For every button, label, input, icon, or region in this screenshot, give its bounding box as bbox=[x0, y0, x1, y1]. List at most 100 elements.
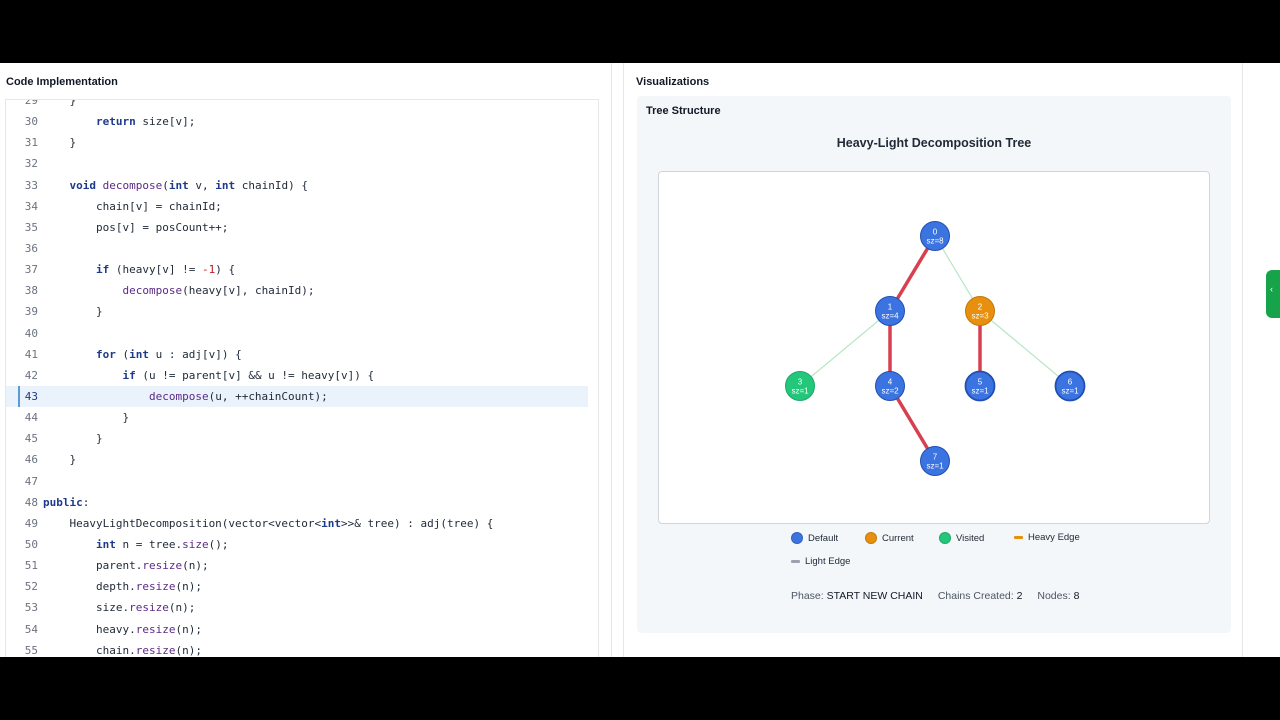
line-code: } bbox=[43, 411, 130, 425]
legend-heavy-edge: Heavy Edge bbox=[1014, 532, 1080, 543]
node-size: sz=8 bbox=[926, 237, 944, 246]
nodes-value: 8 bbox=[1073, 590, 1080, 602]
line-code: } bbox=[43, 432, 103, 446]
node-id: 5 bbox=[978, 378, 983, 387]
code-line: 53 size.resize(n); bbox=[6, 597, 598, 618]
app-frame: Code Implementation 29 } 30 return size[v… bbox=[0, 63, 1280, 657]
line-number: 51 bbox=[24, 559, 38, 573]
legend-default: Default bbox=[791, 532, 838, 544]
nodes-label: Nodes: bbox=[1037, 590, 1071, 602]
code-line: 39 } bbox=[6, 301, 598, 322]
code-line: 32 bbox=[6, 153, 598, 174]
nodes-stat: Nodes: 8 bbox=[1037, 590, 1079, 602]
line-code: decompose(heavy[v], chainId); bbox=[122, 284, 315, 298]
code-line: 45 } bbox=[6, 428, 598, 449]
node-id: 4 bbox=[888, 378, 893, 387]
line-number: 42 bbox=[24, 368, 38, 382]
line-number: 50 bbox=[24, 537, 38, 551]
visualization-panel-title: Visualizations bbox=[636, 76, 710, 88]
code-line: 37 if (heavy[v] != -1) { bbox=[6, 259, 598, 280]
legend-light-edge-label: Light Edge bbox=[805, 556, 851, 567]
node-size: sz=4 bbox=[881, 312, 899, 321]
tree-node[interactable]: 4sz=2 bbox=[875, 371, 905, 401]
line-code: return size[v]; bbox=[95, 115, 196, 129]
line-code: chain[v] = chainId; bbox=[43, 199, 222, 213]
node-id: 2 bbox=[978, 303, 983, 312]
line-number: 44 bbox=[24, 411, 38, 425]
line-code: heavy.resize(n); bbox=[43, 622, 202, 636]
phase-stat: Phase: START NEW CHAIN bbox=[791, 590, 923, 602]
line-code: if (heavy[v] != -1) { bbox=[95, 263, 236, 277]
node-id: 0 bbox=[933, 228, 938, 237]
line-code: chain.resize(n); bbox=[43, 643, 202, 657]
graph-title: Heavy-Light Decomposition Tree bbox=[836, 136, 1032, 150]
node-size: sz=1 bbox=[926, 462, 944, 471]
legend-light-edge: Light Edge bbox=[791, 556, 850, 567]
code-line: 44 } bbox=[6, 407, 598, 428]
line-number: 37 bbox=[24, 263, 38, 277]
line-code: for (int u : adj[v]) { bbox=[95, 347, 242, 361]
code-line: 40 bbox=[6, 323, 598, 344]
code-line: 29 } bbox=[6, 99, 598, 111]
visualization-panel: Visualizations Tree Structure Heavy-Ligh… bbox=[623, 63, 1243, 657]
light-edge bbox=[979, 310, 1071, 387]
node-size: sz=1 bbox=[1061, 387, 1079, 396]
code-line: 35 pos[v] = posCount++; bbox=[6, 217, 598, 238]
line-code: size.resize(n); bbox=[43, 601, 196, 615]
line-code: } bbox=[43, 99, 77, 107]
code-line: 36 bbox=[6, 238, 598, 259]
tree-node[interactable]: 2sz=3 bbox=[965, 296, 995, 326]
line-number: 34 bbox=[24, 199, 38, 213]
code-line: 31 } bbox=[6, 132, 598, 153]
line-number: 29 bbox=[24, 99, 38, 107]
line-code: } bbox=[43, 453, 77, 467]
code-line: 55 chain.resize(n); bbox=[6, 640, 598, 657]
legend-visited-label: Visited bbox=[956, 532, 985, 544]
line-code: HeavyLightDecomposition(vector<vector<in… bbox=[43, 516, 494, 530]
code-line: 30 return size[v]; bbox=[6, 111, 598, 132]
tree-structure-card: Tree Structure Heavy-Light Decomposition… bbox=[637, 96, 1231, 633]
tree-node[interactable]: 0sz=8 bbox=[920, 221, 950, 251]
heavy-edge-line-icon bbox=[1014, 536, 1023, 539]
node-id: 1 bbox=[888, 303, 893, 312]
code-editor[interactable]: 29 } 30 return size[v]; 31 } 32 33 void deco… bbox=[5, 99, 599, 657]
chains-value: 2 bbox=[1016, 590, 1023, 602]
line-number: 39 bbox=[24, 305, 38, 319]
code-line: 42 if (u != parent[v] && u != heavy[v]) … bbox=[6, 365, 598, 386]
line-code: decompose(u, ++chainCount); bbox=[148, 389, 328, 403]
line-number: 55 bbox=[24, 643, 38, 657]
tree-node[interactable]: 7sz=1 bbox=[920, 446, 950, 476]
tree-node[interactable]: 1sz=4 bbox=[875, 296, 905, 326]
node-size: sz=1 bbox=[791, 387, 809, 396]
chains-stat: Chains Created: 2 bbox=[938, 590, 1023, 602]
line-number: 54 bbox=[24, 622, 38, 636]
legend-current-label: Current bbox=[882, 532, 914, 544]
line-number: 36 bbox=[24, 241, 38, 255]
code-line: 43 decompose(u, ++chainCount); bbox=[6, 385, 588, 408]
line-number: 40 bbox=[24, 326, 38, 340]
tree-node[interactable]: 5sz=1 bbox=[964, 370, 996, 402]
line-code: } bbox=[43, 305, 103, 319]
line-number: 49 bbox=[24, 516, 38, 530]
legend-default-label: Default bbox=[808, 532, 839, 544]
node-size: sz=1 bbox=[971, 387, 989, 396]
light-edge-line-icon bbox=[791, 560, 800, 563]
code-line: 50 int n = tree.size(); bbox=[6, 534, 598, 555]
code-line: 38 decompose(heavy[v], chainId); bbox=[6, 280, 598, 301]
tree-node[interactable]: 6sz=1 bbox=[1054, 370, 1086, 402]
line-code: if (u != parent[v] && u != heavy[v]) { bbox=[122, 368, 375, 382]
code-line: 54 heavy.resize(n); bbox=[6, 619, 598, 640]
chains-label: Chains Created: bbox=[937, 590, 1014, 602]
side-drawer-tab[interactable]: ‹ bbox=[1266, 270, 1280, 318]
line-code: public: bbox=[43, 495, 90, 509]
line-number: 43 bbox=[24, 389, 38, 403]
line-number: 30 bbox=[24, 115, 38, 129]
line-number: 32 bbox=[24, 157, 38, 171]
legend-current: Current bbox=[865, 532, 914, 544]
line-number: 31 bbox=[24, 136, 38, 150]
node-id: 6 bbox=[1068, 378, 1073, 387]
line-code: pos[v] = posCount++; bbox=[43, 220, 229, 234]
tree-node[interactable]: 3sz=1 bbox=[785, 371, 815, 401]
node-id: 3 bbox=[798, 378, 803, 387]
line-number: 48 bbox=[24, 495, 38, 509]
